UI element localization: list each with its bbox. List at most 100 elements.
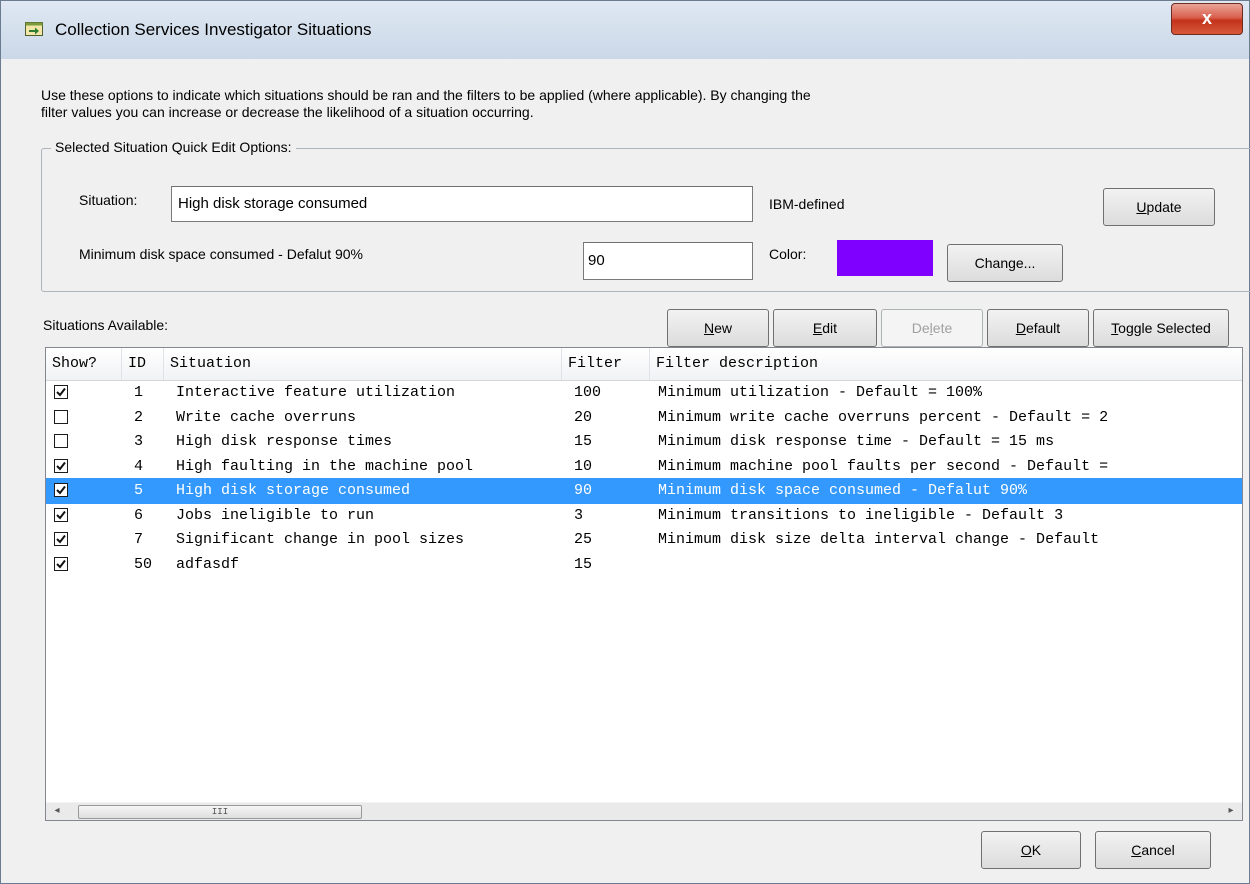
show-checkbox[interactable] <box>54 532 68 546</box>
row-filter-cell: 100 <box>574 384 602 401</box>
default-accelerator: D <box>1015 320 1026 336</box>
dialog-window: Collection Services Investigator Situati… <box>0 0 1250 884</box>
column-header-filter[interactable]: Filter <box>562 348 650 380</box>
table-row[interactable]: 1 Interactive feature utilization 100 Minim… <box>46 380 1242 406</box>
show-checkbox[interactable] <box>54 556 68 571</box>
checkmark-icon <box>56 510 66 520</box>
edit-accelerator: E <box>812 320 823 336</box>
row-description-cell: Minimum write cache overruns percent - D… <box>658 408 1109 426</box>
row-situation-cell: High disk response times <box>176 433 393 450</box>
quick-edit-legend: Selected Situation Quick Edit Options: <box>51 139 296 155</box>
dialog-client: Use these options to indicate which situ… <box>13 59 1250 875</box>
table-row[interactable]: 2 Write cache overruns 20 Minimum write cac… <box>46 405 1242 431</box>
table-row[interactable]: 3 High disk response times 15 Minimum disk … <box>46 429 1242 455</box>
row-filter-cell: 15 <box>574 433 593 450</box>
title-bar[interactable]: Collection Services Investigator Situati… <box>1 1 1249 59</box>
column-header-id[interactable]: ID <box>122 348 164 380</box>
row-filter-cell: 15 <box>574 555 593 573</box>
toggle-label-post: oggle Selected <box>1118 320 1211 336</box>
row-situation-cell: Write cache overruns <box>176 408 357 426</box>
row-description-cell: Minimum utilization - Default = 100% <box>658 384 983 401</box>
situation-label: Situation: <box>79 192 138 208</box>
update-button[interactable]: Update <box>1103 188 1215 226</box>
row-filter-cell: 90 <box>574 482 593 499</box>
row-id-cell: 4 <box>134 457 144 475</box>
show-checkbox[interactable] <box>54 458 68 473</box>
close-button[interactable]: x <box>1171 3 1243 35</box>
ok-button[interactable]: OK <box>981 831 1081 869</box>
row-description-cell: Minimum disk space consumed - Defalut 90… <box>658 482 1028 499</box>
edit-button[interactable]: Edit <box>773 309 877 347</box>
scrollbar-thumb[interactable]: III <box>78 805 362 819</box>
checkmark-icon <box>56 485 66 495</box>
row-description-cell: Minimum machine pool faults per second -… <box>658 457 1109 475</box>
situations-list[interactable]: Show? ID Situation Filter Filter descrip… <box>45 347 1243 821</box>
app-icon <box>25 22 43 36</box>
row-id-cell: 7 <box>134 531 144 548</box>
table-row[interactable]: 6 Jobs ineligible to run 3 Minimum transiti… <box>46 503 1242 529</box>
instructions-text: Use these options to indicate which situ… <box>41 87 1021 121</box>
defined-by-label: IBM-defined <box>769 196 845 212</box>
delete-label-post: ete <box>932 320 953 336</box>
change-color-button[interactable]: Change... <box>947 244 1063 282</box>
update-label-post: pdate <box>1146 199 1182 215</box>
filter-label: Minimum disk space consumed - Defalut 90… <box>79 246 364 262</box>
ok-accelerator: O <box>1020 842 1032 858</box>
table-row[interactable]: 4 High faulting in the machine pool 10 Mini… <box>46 454 1242 480</box>
row-description-cell: Minimum disk response time - Default = 1… <box>658 433 1055 450</box>
situation-name-field[interactable]: High disk storage consumed <box>171 186 753 222</box>
row-id-cell: 6 <box>134 506 144 524</box>
row-description-cell: Minimum transitions to ineligible - Defa… <box>658 506 1064 524</box>
column-header-situation[interactable]: Situation <box>164 348 562 380</box>
table-row[interactable]: 5 High disk storage consumed 90 Minimum dis… <box>46 478 1242 504</box>
show-checkbox[interactable] <box>54 385 68 399</box>
scroll-right-icon[interactable]: ▸ <box>1222 803 1240 820</box>
row-filter-cell: 10 <box>574 457 593 475</box>
situations-available-label: Situations Available: <box>43 317 169 333</box>
row-situation-cell: Interactive feature utilization <box>176 384 456 401</box>
scroll-left-icon[interactable]: ◂ <box>48 803 66 820</box>
table-row[interactable]: 7 Significant change in pool sizes 25 Minim… <box>46 527 1242 553</box>
instructions-line: Use these options to indicate which situ… <box>41 87 811 103</box>
show-checkbox[interactable] <box>54 507 68 522</box>
new-button[interactable]: New <box>667 309 769 347</box>
show-checkbox[interactable] <box>54 483 68 497</box>
row-id-cell: 2 <box>134 408 144 426</box>
row-situation-cell: High disk storage consumed <box>176 482 411 499</box>
row-situation-cell: adfasdf <box>176 555 240 573</box>
row-situation-cell: Significant change in pool sizes <box>176 531 465 548</box>
default-label-post: efault <box>1025 320 1061 336</box>
delete-label-pre: De <box>911 320 930 336</box>
checkmark-icon <box>56 461 66 471</box>
new-label-post: ew <box>714 320 733 336</box>
list-header: Show? ID Situation Filter Filter descrip… <box>46 348 1242 381</box>
toggle-selected-button[interactable]: Toggle Selected <box>1093 309 1229 347</box>
show-checkbox[interactable] <box>54 409 68 424</box>
row-id-cell: 50 <box>134 555 153 573</box>
row-id-cell: 3 <box>134 433 144 450</box>
row-id-cell: 5 <box>134 482 144 499</box>
column-header-description[interactable]: Filter description <box>650 348 1242 380</box>
cancel-accelerator: C <box>1131 842 1142 858</box>
filter-value-field[interactable]: 90 <box>583 242 753 280</box>
horizontal-scrollbar[interactable]: ◂ III ▸ <box>46 802 1242 820</box>
show-checkbox[interactable] <box>54 434 68 448</box>
color-label: Color: <box>769 246 807 262</box>
row-situation-cell: Jobs ineligible to run <box>176 506 375 524</box>
ok-label-post: K <box>1031 842 1042 858</box>
column-header-show[interactable]: Show? <box>46 348 122 380</box>
instructions-line: filter values you can increase or decrea… <box>41 104 534 120</box>
delete-button[interactable]: Delete <box>881 309 983 347</box>
row-description-cell: Minimum disk size delta interval change … <box>658 531 1100 548</box>
cancel-button[interactable]: Cancel <box>1095 831 1211 869</box>
checkmark-icon <box>56 387 66 397</box>
row-filter-cell: 3 <box>574 506 584 524</box>
default-button[interactable]: Default <box>987 309 1089 347</box>
row-situation-cell: High faulting in the machine pool <box>176 457 474 475</box>
checkmark-icon <box>56 534 66 544</box>
update-accelerator: U <box>1136 199 1147 215</box>
edit-label-post: dit <box>822 320 838 336</box>
row-id-cell: 1 <box>134 384 144 401</box>
cancel-label-post: ancel <box>1141 842 1175 858</box>
table-row[interactable]: 50 adfasdf 15 <box>46 552 1242 578</box>
